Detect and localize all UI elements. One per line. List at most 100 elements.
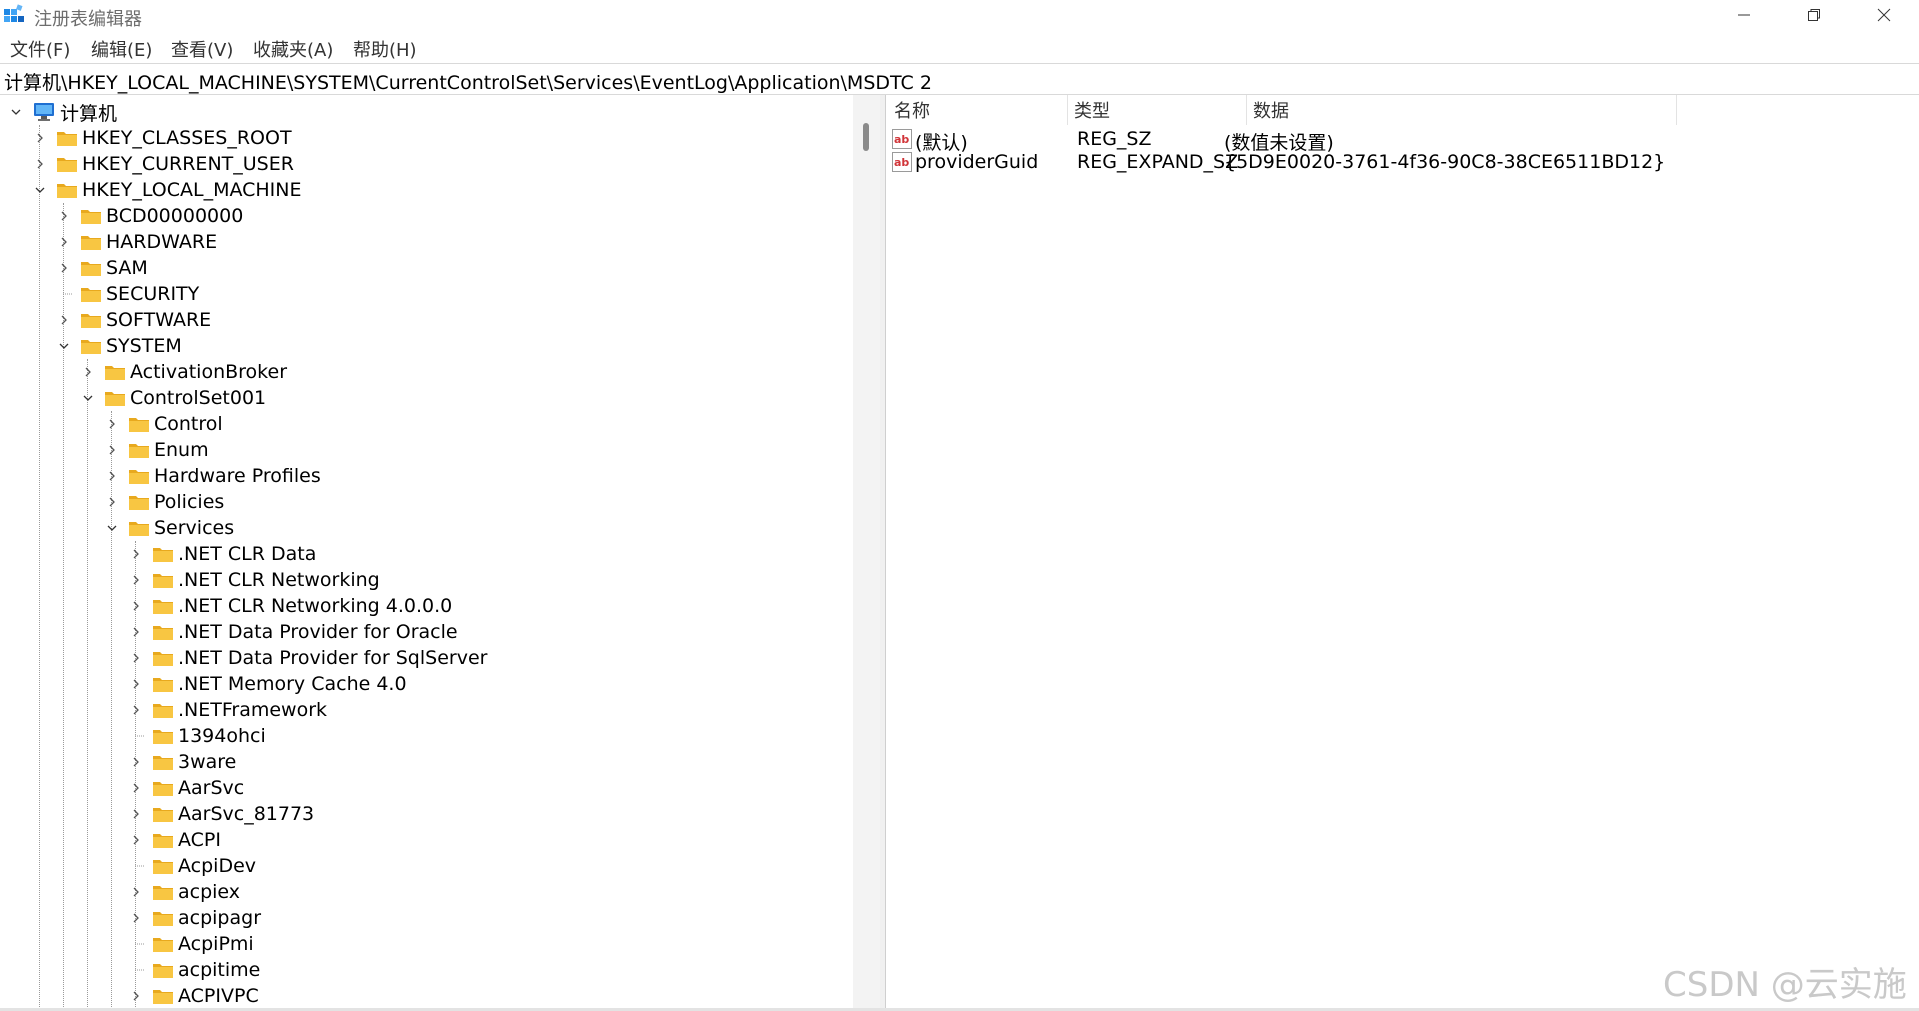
chevron-right-icon[interactable] [128, 541, 144, 567]
tree-node[interactable]: BCD00000000 [56, 203, 243, 229]
tree-node[interactable]: AcpiDev [128, 853, 256, 879]
tree-node[interactable]: acpiex [128, 879, 240, 905]
tree-node[interactable]: .NET Memory Cache 4.0 [128, 671, 407, 697]
tree-node[interactable]: HKEY_LOCAL_MACHINE [32, 177, 302, 203]
tree-node-label: HKEY_CLASSES_ROOT [82, 127, 292, 149]
computer-icon [32, 102, 56, 122]
column-header-data[interactable]: 数据 [1253, 95, 1289, 125]
tree-node[interactable]: SYSTEM [56, 333, 182, 359]
tree-node[interactable]: Hardware Profiles [104, 463, 321, 489]
address-path[interactable]: 计算机\HKEY_LOCAL_MACHINE\SYSTEM\CurrentCon… [4, 68, 932, 95]
tree-node[interactable]: .NET Data Provider for Oracle [128, 619, 458, 645]
tree-node[interactable]: .NET CLR Data [128, 541, 316, 567]
column-separator[interactable] [1246, 95, 1247, 125]
chevron-right-icon[interactable] [128, 697, 144, 723]
tree-node[interactable]: ACPI [128, 827, 221, 853]
chevron-right-icon[interactable] [128, 905, 144, 931]
tree-node-label: Services [154, 517, 235, 539]
key-tree-pane[interactable]: 计算机 HKEY_CLASSES_ROOT HKEY_CURRENT_USER HKE… [0, 95, 854, 1011]
tree-node[interactable]: HKEY_CURRENT_USER [32, 151, 294, 177]
folder-icon [152, 883, 174, 901]
menu-view[interactable]: 查看(V) [171, 36, 233, 62]
chevron-right-icon[interactable] [104, 489, 120, 515]
tree-node[interactable]: AarSvc_81773 [128, 801, 314, 827]
column-header-name[interactable]: 名称 [894, 95, 930, 125]
menu-favorites[interactable]: 收藏夹(A) [253, 36, 333, 62]
chevron-right-icon[interactable] [104, 437, 120, 463]
column-separator[interactable] [1676, 95, 1677, 125]
tree-node[interactable]: 1394ohci [128, 723, 266, 749]
menu-file[interactable]: 文件(F) [10, 36, 70, 62]
chevron-right-icon[interactable] [128, 775, 144, 801]
tree-node[interactable]: ActivationBroker [80, 359, 287, 385]
tree-node-label: .NET Memory Cache 4.0 [178, 673, 407, 695]
chevron-right-icon[interactable] [128, 983, 144, 1009]
tree-node[interactable]: .NET CLR Networking 4.0.0.0 [128, 593, 452, 619]
chevron-down-icon[interactable] [80, 385, 96, 411]
tree-node[interactable]: SOFTWARE [56, 307, 211, 333]
chevron-right-icon[interactable] [128, 645, 144, 671]
tree-node[interactable]: acpipagr [128, 905, 261, 931]
folder-icon [104, 389, 126, 407]
chevron-right-icon[interactable] [128, 801, 144, 827]
tree-node[interactable]: AarSvc [128, 775, 244, 801]
values-list-pane[interactable]: 名称 类型 数据 ab (默认) REG_SZ (数值未设置) ab providerGu… [885, 95, 1919, 1011]
address-bar[interactable]: 计算机\HKEY_LOCAL_MACHINE\SYSTEM\CurrentCon… [0, 63, 1919, 95]
menu-help[interactable]: 帮助(H) [353, 36, 417, 62]
folder-icon [152, 935, 174, 953]
column-header-type[interactable]: 类型 [1074, 95, 1110, 125]
folder-icon [80, 233, 102, 251]
value-row[interactable]: ab providerGuid REG_EXPAND_SZ {5D9E0020-376… [886, 149, 1919, 177]
chevron-right-icon[interactable] [128, 593, 144, 619]
window-title: 注册表编辑器 [34, 9, 142, 30]
tree-node[interactable]: HKEY_CLASSES_ROOT [32, 125, 292, 151]
tree-node[interactable]: 计算机 [8, 99, 117, 125]
tree-node[interactable]: SECURITY [56, 281, 199, 307]
chevron-right-icon[interactable] [56, 307, 72, 333]
folder-icon [152, 571, 174, 589]
tree-node[interactable]: AcpiPmi [128, 931, 254, 957]
tree-node[interactable]: Control [104, 411, 223, 437]
chevron-right-icon[interactable] [32, 151, 48, 177]
tree-node[interactable]: .NETFramework [128, 697, 327, 723]
tree-node[interactable]: .NET Data Provider for SqlServer [128, 645, 487, 671]
folder-icon [152, 909, 174, 927]
close-button[interactable] [1849, 0, 1919, 30]
chevron-right-icon[interactable] [56, 229, 72, 255]
tree-node[interactable]: 3ware [128, 749, 236, 775]
chevron-down-icon[interactable] [56, 333, 72, 359]
chevron-right-icon[interactable] [80, 359, 96, 385]
chevron-right-icon[interactable] [104, 463, 120, 489]
chevron-down-icon[interactable] [104, 515, 120, 541]
chevron-right-icon[interactable] [104, 411, 120, 437]
chevron-right-icon[interactable] [128, 567, 144, 593]
folder-icon [80, 259, 102, 277]
tree-node[interactable]: SAM [56, 255, 148, 281]
column-separator[interactable] [1067, 95, 1068, 125]
minimize-button[interactable] [1709, 0, 1779, 30]
tree-node[interactable]: ACPIVPC [128, 983, 259, 1009]
tree-node[interactable]: acpitime [128, 957, 260, 983]
tree-node-label: ActivationBroker [130, 361, 288, 383]
tree-scrollbar-thumb[interactable] [863, 123, 869, 151]
chevron-down-icon[interactable] [8, 99, 24, 125]
tree-leaf-spacer [56, 281, 72, 307]
chevron-right-icon[interactable] [128, 749, 144, 775]
chevron-right-icon[interactable] [32, 125, 48, 151]
tree-scrollbar[interactable] [853, 95, 881, 1011]
chevron-right-icon[interactable] [56, 203, 72, 229]
tree-node[interactable]: ControlSet001 [80, 385, 266, 411]
chevron-right-icon[interactable] [128, 827, 144, 853]
chevron-down-icon[interactable] [32, 177, 48, 203]
chevron-right-icon[interactable] [128, 619, 144, 645]
tree-node[interactable]: Enum [104, 437, 209, 463]
chevron-right-icon[interactable] [128, 879, 144, 905]
tree-node[interactable]: Policies [104, 489, 224, 515]
tree-node[interactable]: Services [104, 515, 234, 541]
tree-node[interactable]: .NET CLR Networking [128, 567, 380, 593]
restore-button[interactable] [1779, 0, 1849, 30]
chevron-right-icon[interactable] [128, 671, 144, 697]
menu-edit[interactable]: 编辑(E) [91, 36, 152, 62]
chevron-right-icon[interactable] [56, 255, 72, 281]
tree-node[interactable]: HARDWARE [56, 229, 217, 255]
